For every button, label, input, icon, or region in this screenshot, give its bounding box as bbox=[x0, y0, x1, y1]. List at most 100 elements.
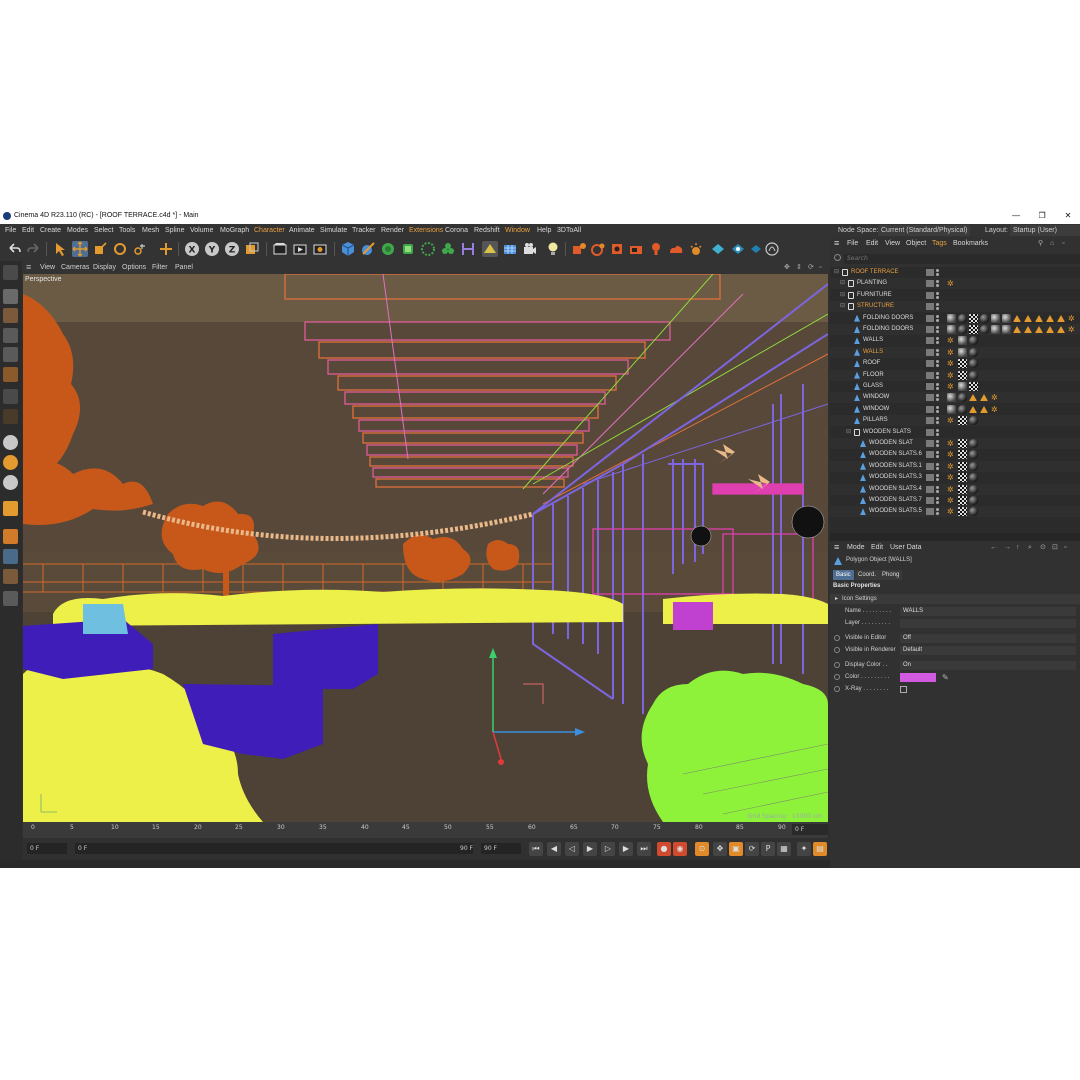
object-name[interactable]: WOODEN SLATS.4 bbox=[869, 484, 922, 495]
3dtoall-export-icon[interactable] bbox=[730, 241, 746, 257]
corona-tag-icon[interactable] bbox=[980, 394, 988, 402]
om-menu-edit[interactable]: Edit bbox=[866, 237, 878, 250]
redo-icon[interactable] bbox=[26, 241, 42, 257]
snap-settings-icon[interactable] bbox=[3, 455, 18, 470]
go-to-start-icon[interactable]: ⏮ bbox=[529, 842, 543, 856]
material-tag-icon[interactable] bbox=[969, 507, 978, 517]
start-frame-field[interactable]: 0 F bbox=[27, 843, 67, 854]
subdivision-surface-icon[interactable] bbox=[380, 241, 396, 257]
editor-visibility-icon[interactable] bbox=[936, 269, 939, 272]
material-tag-icon[interactable] bbox=[958, 313, 967, 323]
menu-mesh[interactable]: Mesh bbox=[142, 224, 159, 237]
corona-tag-icon[interactable] bbox=[1013, 326, 1021, 333]
corona-interactive-icon[interactable] bbox=[590, 241, 606, 257]
z-axis-lock-icon[interactable]: Z bbox=[224, 241, 240, 257]
render-visibility-icon[interactable] bbox=[936, 432, 939, 436]
render-visibility-icon[interactable] bbox=[936, 489, 939, 493]
model-mode-icon[interactable] bbox=[3, 289, 18, 304]
scale-tool-icon[interactable] bbox=[92, 241, 108, 257]
layer-color-icon[interactable] bbox=[926, 394, 934, 402]
material-tag-icon[interactable] bbox=[969, 359, 978, 369]
object-name[interactable]: WALLS bbox=[863, 347, 883, 358]
render-view-icon[interactable] bbox=[272, 241, 288, 257]
object-name[interactable]: WINDOW bbox=[863, 404, 889, 415]
layer-color-icon[interactable] bbox=[926, 360, 934, 368]
object-name[interactable]: WOODEN SLAT bbox=[869, 438, 913, 449]
perspective-viewport[interactable]: Perspective Grid Spacing : 10000 cm bbox=[23, 274, 828, 822]
points-mode-icon[interactable] bbox=[3, 328, 18, 343]
object-row[interactable]: WALLS ✲ bbox=[830, 346, 1080, 358]
display-tag-icon[interactable]: ✲ bbox=[947, 507, 956, 516]
menu-file[interactable]: File bbox=[5, 224, 16, 237]
record-keys-icon[interactable]: ● bbox=[657, 842, 671, 856]
rotate-tool-icon[interactable] bbox=[112, 241, 128, 257]
corona-tag-icon[interactable] bbox=[1013, 314, 1021, 322]
display-tag-icon[interactable]: ✲ bbox=[947, 359, 956, 368]
texture-tag-icon[interactable] bbox=[958, 461, 967, 471]
fracture-icon[interactable] bbox=[440, 241, 456, 257]
display-tag-icon[interactable]: ✲ bbox=[947, 371, 956, 380]
pla-key-icon[interactable]: ▦ bbox=[777, 842, 791, 856]
render-visibility-icon[interactable] bbox=[936, 284, 939, 288]
current-frame-field[interactable]: 0 F bbox=[792, 824, 828, 835]
menu-select[interactable]: Select bbox=[94, 224, 113, 237]
render-visibility-icon[interactable] bbox=[936, 341, 939, 345]
search-toggle-icon[interactable] bbox=[834, 254, 841, 261]
material-tag-icon[interactable] bbox=[969, 473, 978, 483]
object-row[interactable]: WINDOW ✲ bbox=[830, 404, 1080, 415]
render-visibility-icon[interactable] bbox=[936, 455, 939, 459]
corona-tag-icon[interactable] bbox=[969, 405, 977, 413]
am-new-panel-icon[interactable]: ▫ bbox=[1064, 541, 1066, 554]
object-name[interactable]: ROOF TERRACE bbox=[851, 267, 899, 278]
texture-tag-icon[interactable] bbox=[958, 359, 967, 369]
name-field[interactable]: WALLS bbox=[900, 607, 1076, 616]
menu-extensions[interactable]: Extensions bbox=[409, 224, 443, 237]
object-name[interactable]: WOODEN SLATS.6 bbox=[869, 449, 922, 460]
render-visibility-icon[interactable] bbox=[936, 478, 939, 482]
menu-tracker[interactable]: Tracker bbox=[352, 224, 375, 237]
make-editable-icon[interactable] bbox=[3, 265, 18, 280]
material-tag-icon[interactable] bbox=[958, 325, 967, 334]
am-lock-icon[interactable]: ⌕ bbox=[1028, 541, 1032, 554]
corona-tag-icon[interactable] bbox=[1057, 314, 1065, 322]
cube-primitive-icon[interactable] bbox=[340, 241, 356, 257]
layer-color-icon[interactable] bbox=[926, 405, 934, 413]
phong-tag-icon[interactable] bbox=[947, 393, 956, 403]
render-visibility-icon[interactable] bbox=[936, 444, 939, 447]
render-visibility-icon[interactable] bbox=[936, 295, 939, 299]
phong-tag-icon[interactable] bbox=[991, 325, 1000, 334]
editor-visibility-icon[interactable] bbox=[936, 508, 939, 512]
editor-visibility-icon[interactable] bbox=[936, 440, 939, 443]
lock-workplane-icon[interactable] bbox=[3, 501, 18, 516]
cloner-icon[interactable] bbox=[420, 241, 436, 257]
editor-visibility-icon[interactable] bbox=[936, 485, 939, 489]
texture-tag-icon[interactable] bbox=[969, 325, 978, 334]
display-tag-icon[interactable]: ✲ bbox=[991, 405, 1000, 414]
display-tag-icon[interactable]: ✲ bbox=[947, 416, 956, 425]
animate-property-icon[interactable] bbox=[834, 662, 840, 668]
camera-icon[interactable] bbox=[522, 241, 538, 257]
object-row[interactable]: WOODEN SLATS.4 ✲ bbox=[830, 483, 1080, 495]
om-new-panel-icon[interactable]: ▫ bbox=[1062, 237, 1064, 250]
render-visibility-icon[interactable] bbox=[936, 409, 939, 413]
corona-tag-icon[interactable] bbox=[980, 405, 988, 413]
texture-tag-icon[interactable] bbox=[958, 370, 967, 380]
autokey-icon[interactable]: ◉ bbox=[673, 842, 687, 856]
layer-color-icon[interactable] bbox=[926, 303, 934, 311]
display-tag-icon[interactable]: ✲ bbox=[1068, 314, 1077, 323]
panel-divider[interactable] bbox=[830, 533, 1080, 541]
object-manager-panel-icon[interactable]: ≡ bbox=[834, 237, 839, 249]
display-tag-icon[interactable]: ✲ bbox=[947, 336, 956, 345]
menu-tools[interactable]: Tools bbox=[119, 224, 135, 237]
render-visibility-icon[interactable] bbox=[936, 364, 939, 368]
animate-property-icon[interactable] bbox=[834, 647, 840, 653]
object-name[interactable]: WOODEN SLATS.3 bbox=[869, 472, 922, 483]
editor-visibility-icon[interactable] bbox=[936, 291, 939, 295]
solo-icon[interactable] bbox=[3, 591, 18, 606]
select-tool-icon[interactable] bbox=[52, 241, 68, 257]
menu-corona[interactable]: Corona bbox=[445, 224, 468, 237]
object-row[interactable]: WOODEN SLATS.1 ✲ bbox=[830, 460, 1080, 472]
tab-phong[interactable]: Phong bbox=[879, 570, 903, 580]
object-name[interactable]: GLASS bbox=[863, 381, 883, 392]
object-name[interactable]: FOLDING DOORS bbox=[863, 324, 913, 335]
